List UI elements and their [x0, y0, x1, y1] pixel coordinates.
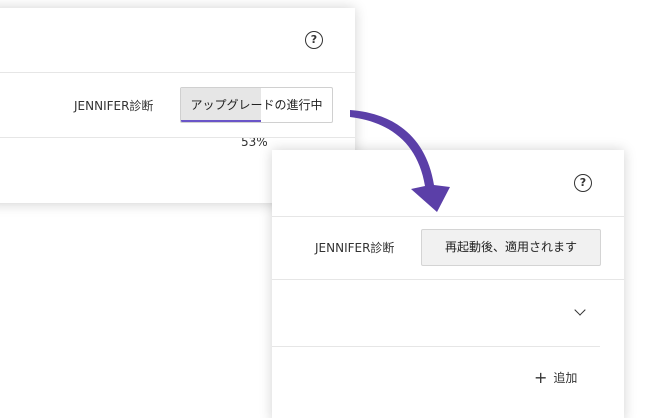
panel-after: ? JENNIFER診断 再起動後、適用されます + 追加 — [272, 150, 624, 418]
divider — [272, 346, 600, 347]
plus-icon: + — [534, 368, 548, 387]
divider — [0, 137, 355, 138]
divider — [272, 279, 624, 280]
divider — [0, 72, 355, 73]
diagnostics-label: JENNIFER診断 — [74, 99, 154, 113]
diagnostics-label: JENNIFER診断 — [315, 241, 395, 255]
restart-apply-button[interactable]: 再起動後、適用されます — [421, 229, 601, 266]
help-icon[interactable]: ? — [574, 174, 592, 192]
add-label: 追加 — [553, 371, 578, 385]
stage: ? JENNIFER診断 アップグレードの進行中 53% + ? JENNIFE… — [0, 0, 656, 418]
divider — [272, 216, 624, 217]
progress-label: アップグレードの進行中 — [190, 98, 323, 112]
help-icon[interactable]: ? — [305, 31, 323, 49]
add-button[interactable]: + 追加 — [534, 368, 577, 388]
upgrade-progress-button[interactable]: アップグレードの進行中 — [180, 87, 333, 123]
chevron-down-icon[interactable] — [574, 304, 586, 316]
